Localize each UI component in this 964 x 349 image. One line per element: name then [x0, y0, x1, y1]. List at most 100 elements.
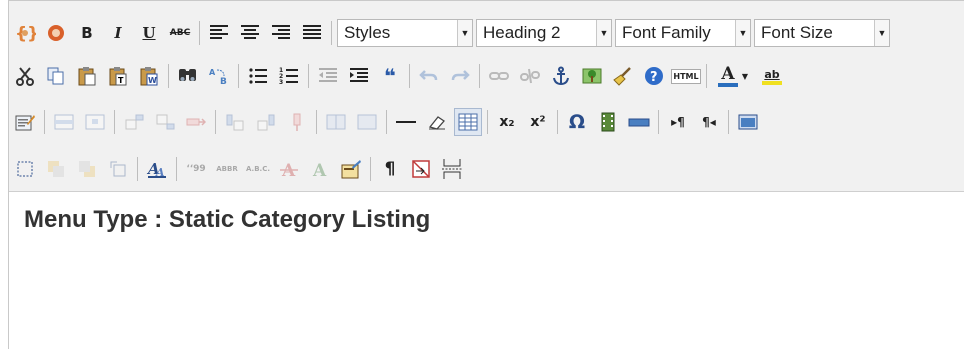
- find-icon[interactable]: [174, 62, 202, 90]
- attributes-icon[interactable]: [337, 155, 365, 183]
- cleanup-icon[interactable]: [609, 62, 637, 90]
- align-center-icon[interactable]: [236, 19, 264, 47]
- separator: [308, 64, 309, 88]
- spellcheck-icon[interactable]: [42, 19, 70, 47]
- omega-icon: Ω: [568, 111, 586, 133]
- image-icon[interactable]: [578, 62, 606, 90]
- delete-col-icon[interactable]: [283, 108, 311, 136]
- separator: [487, 110, 488, 134]
- bold-button[interactable]: B: [73, 19, 101, 47]
- separator: [370, 157, 371, 181]
- strikethrough-button[interactable]: ABC: [166, 19, 194, 47]
- rtl-icon[interactable]: ¶◂: [695, 108, 723, 136]
- separator: [728, 110, 729, 134]
- table-row-props-icon[interactable]: [50, 108, 78, 136]
- format-select[interactable]: Heading 2 ▼: [476, 19, 612, 47]
- font-family-select[interactable]: Font Family ▼: [615, 19, 751, 47]
- insert-col-before-icon[interactable]: [221, 108, 249, 136]
- undo-icon[interactable]: [415, 62, 443, 90]
- chevron-down-icon[interactable]: ▼: [742, 72, 748, 81]
- styles-select-value: Styles: [344, 23, 391, 42]
- unlink-icon[interactable]: [516, 62, 544, 90]
- insert-row-after-icon[interactable]: [151, 108, 179, 136]
- subscript-button[interactable]: x₂: [493, 108, 521, 136]
- html-source-button[interactable]: HTML: [671, 62, 701, 90]
- strikethrough-label: ABC: [169, 28, 191, 38]
- link-icon[interactable]: [485, 62, 513, 90]
- cite-label: ‘‘99: [186, 164, 206, 174]
- bullet-list-icon[interactable]: [244, 62, 272, 90]
- font-family-select-value: Font Family: [622, 23, 711, 42]
- chevron-down-icon[interactable]: ▼: [735, 20, 750, 46]
- delete-row-icon[interactable]: [182, 108, 210, 136]
- redo-icon[interactable]: [446, 62, 474, 90]
- table-cell-props-icon[interactable]: [81, 108, 109, 136]
- outdent-icon[interactable]: [314, 62, 342, 90]
- chevron-down-icon[interactable]: ▼: [874, 20, 889, 46]
- pilcrow-icon: ¶: [384, 159, 396, 179]
- paste-icon[interactable]: [73, 62, 101, 90]
- ins-button[interactable]: A: [306, 155, 334, 183]
- anchor-icon[interactable]: [547, 62, 575, 90]
- paste-word-icon[interactable]: W: [135, 62, 163, 90]
- code-spell-icon[interactable]: {}: [11, 19, 39, 47]
- horizontal-rule-icon[interactable]: [392, 108, 420, 136]
- font-color-button[interactable]: A ▼: [712, 62, 754, 90]
- html-label: HTML: [671, 68, 701, 84]
- styleprops-icon[interactable]: AA: [143, 155, 171, 183]
- styles-select[interactable]: Styles ▼: [337, 19, 473, 47]
- editor-content[interactable]: Menu Type : Static Category Listing: [9, 192, 964, 349]
- special-char-button[interactable]: Ω: [563, 108, 591, 136]
- del-button[interactable]: A: [275, 155, 303, 183]
- editor-toolbar: {} B I U ABC Styles: [9, 1, 964, 192]
- split-cells-icon[interactable]: [322, 108, 350, 136]
- insert-col-after-icon[interactable]: [252, 108, 280, 136]
- numbered-list-icon[interactable]: 123: [275, 62, 303, 90]
- paste-text-icon[interactable]: T: [104, 62, 132, 90]
- toolbar-row-2: T W AB 123 ❝ ? HTML A ▼ ab: [11, 59, 790, 93]
- separator: [331, 21, 332, 45]
- svg-text:A: A: [312, 161, 327, 179]
- visual-aid-table-icon[interactable]: [454, 108, 482, 136]
- separator: [176, 157, 177, 181]
- acronym-button[interactable]: A.B.C.: [244, 155, 272, 183]
- non-breaking-icon[interactable]: [407, 155, 435, 183]
- chevron-down-icon[interactable]: ▼: [457, 20, 472, 46]
- quote-icon: ❝: [384, 64, 396, 88]
- help-icon[interactable]: ?: [640, 62, 668, 90]
- highlight-color-button[interactable]: ab: [757, 62, 787, 90]
- replace-icon[interactable]: AB: [205, 62, 233, 90]
- align-left-icon[interactable]: [205, 19, 233, 47]
- indent-icon[interactable]: [345, 62, 373, 90]
- align-right-icon[interactable]: [267, 19, 295, 47]
- move-forward-icon[interactable]: [42, 155, 70, 183]
- fullscreen-icon[interactable]: [734, 108, 762, 136]
- edit-properties-icon[interactable]: [11, 108, 39, 136]
- italic-button[interactable]: I: [104, 19, 132, 47]
- superscript-button[interactable]: x²: [524, 108, 552, 136]
- subscript-label: x₂: [499, 114, 515, 130]
- show-blocks-button[interactable]: ¶: [376, 155, 404, 183]
- blockquote-button[interactable]: ❝: [376, 62, 404, 90]
- align-justify-icon[interactable]: [298, 19, 326, 47]
- ltr-icon[interactable]: ▸¶: [664, 108, 692, 136]
- move-backward-icon[interactable]: [73, 155, 101, 183]
- svg-text:3: 3: [279, 79, 283, 85]
- absolute-position-icon[interactable]: [104, 155, 132, 183]
- eraser-icon[interactable]: [423, 108, 451, 136]
- abbr-button[interactable]: ABBR: [213, 155, 241, 183]
- merge-cells-icon[interactable]: [353, 108, 381, 136]
- page-break-icon[interactable]: [438, 155, 466, 183]
- font-size-select[interactable]: Font Size ▼: [754, 19, 890, 47]
- insert-row-before-icon[interactable]: [120, 108, 148, 136]
- cite-button[interactable]: ‘‘99: [182, 155, 210, 183]
- underline-button[interactable]: U: [135, 19, 163, 47]
- cut-icon[interactable]: [11, 62, 39, 90]
- chevron-down-icon[interactable]: ▼: [596, 20, 611, 46]
- content-heading: Menu Type : Static Category Listing: [24, 206, 431, 233]
- insert-layer-icon[interactable]: [11, 155, 39, 183]
- fullscreen-bar-icon[interactable]: [625, 108, 653, 136]
- copy-icon[interactable]: [42, 62, 70, 90]
- font-size-select-value: Font Size: [761, 23, 833, 42]
- media-icon[interactable]: [594, 108, 622, 136]
